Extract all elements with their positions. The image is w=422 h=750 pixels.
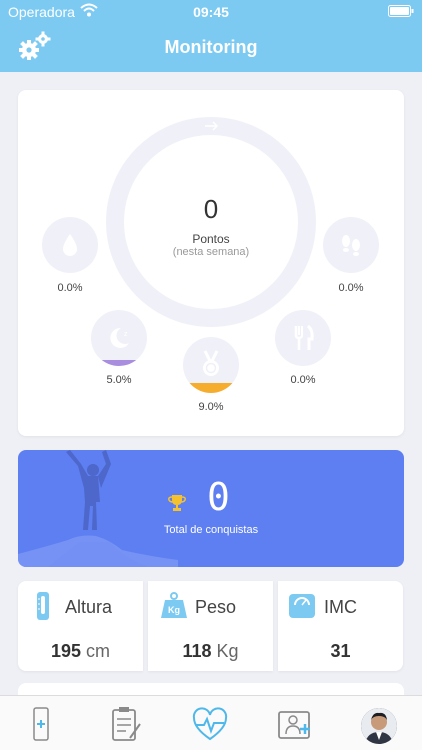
avatar[interactable] xyxy=(361,708,397,744)
tab-clipboard-icon[interactable] xyxy=(104,706,144,742)
svg-text:Kg: Kg xyxy=(168,605,180,615)
steps-metric[interactable] xyxy=(323,217,379,273)
height-label: Altura xyxy=(65,597,113,617)
height-card[interactable]: Altura 195 cm xyxy=(18,581,143,671)
weight-label: Peso xyxy=(195,597,237,617)
sleep-moon-icon: z xyxy=(110,327,129,348)
food-metric[interactable] xyxy=(275,310,331,366)
weight-icon: Kg xyxy=(161,592,187,618)
food-percent: 0.0% xyxy=(290,374,316,386)
bmi-value: 31 xyxy=(278,641,403,662)
conquests-label: Total de conquistas xyxy=(163,524,259,536)
medal-icon xyxy=(203,350,219,376)
weight-card[interactable]: Kg Peso 118 Kg xyxy=(148,581,273,671)
page-title: Monitoring xyxy=(164,37,258,57)
weekly-stats-card: 0 Pontos (nesta semana) 0.0% 0.0% z 5.0% xyxy=(18,90,404,436)
battery-icon xyxy=(388,5,414,17)
trophy-icon xyxy=(168,495,186,511)
steps-percent: 0.0% xyxy=(338,282,364,294)
status-time: 09:45 xyxy=(193,4,229,20)
tab-heart-pulse-icon[interactable] xyxy=(190,706,230,742)
thermometer-icon xyxy=(37,592,49,620)
weight-unit: Kg xyxy=(216,641,239,661)
sleep-metric[interactable]: z xyxy=(91,310,147,366)
height-unit: cm xyxy=(86,641,111,661)
water-percent: 0.0% xyxy=(57,282,83,294)
weight-value: 118 Kg xyxy=(148,641,273,662)
svg-text:z: z xyxy=(124,331,128,338)
medal-percent: 9.0% xyxy=(198,401,224,413)
water-drop-icon xyxy=(63,234,77,256)
tab-phone-health-icon[interactable] xyxy=(21,706,61,742)
tab-bar xyxy=(0,695,422,750)
height-number: 195 xyxy=(50,641,82,661)
user-photo xyxy=(361,708,397,744)
bmi-number: 31 xyxy=(330,641,351,661)
weight-number: 118 xyxy=(182,641,212,661)
medal-metric[interactable] xyxy=(183,337,239,393)
scale-icon xyxy=(289,594,315,618)
tab-medical-card-icon[interactable] xyxy=(275,706,315,742)
bmi-label: IMC xyxy=(324,597,357,617)
height-value: 195 cm xyxy=(18,641,143,662)
status-bar: Operadora 09:45 xyxy=(0,0,422,22)
header-bar: Operadora 09:45 Monitoring xyxy=(0,0,422,72)
fork-knife-icon xyxy=(294,324,314,350)
footsteps-icon xyxy=(342,235,360,256)
conquests-count: 0 xyxy=(207,475,230,519)
sleep-percent: 5.0% xyxy=(106,374,132,386)
water-metric[interactable] xyxy=(42,217,98,273)
bmi-card[interactable]: IMC 31 xyxy=(278,581,403,671)
